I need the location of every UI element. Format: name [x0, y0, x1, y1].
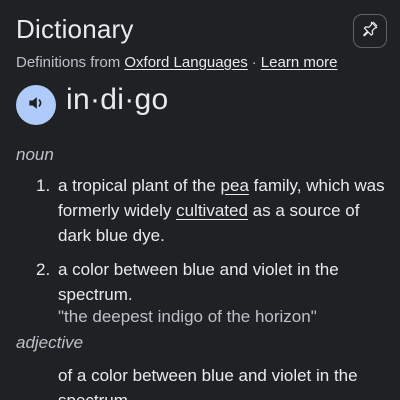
oxford-languages-link[interactable]: Oxford Languages	[124, 54, 247, 71]
pin-icon	[361, 20, 379, 43]
separator-dot: ·	[251, 54, 257, 71]
definition-text: a color between blue and violet in the s…	[58, 260, 339, 304]
cultivated-link[interactable]: cultivated	[176, 201, 248, 220]
learn-more-link[interactable]: Learn more	[261, 54, 338, 71]
pea-link[interactable]: pea	[221, 176, 249, 195]
part-of-speech-noun: noun	[16, 145, 54, 164]
definition-example: "the deepest indigo of the horizon"	[58, 307, 317, 326]
definition-number: 2.	[36, 260, 51, 279]
dictionary-card: Dictionary Definitions from Oxford Langu…	[0, 0, 400, 400]
page-title: Dictionary	[16, 14, 134, 44]
definition-text: of a color between blue and violet in th…	[58, 366, 358, 400]
speaker-icon	[26, 93, 46, 118]
definition-text: a tropical plant of the pea family, whic…	[58, 173, 388, 248]
pin-button[interactable]	[353, 14, 387, 48]
definition-number: 1.	[36, 176, 51, 195]
part-of-speech-adjective: adjective	[16, 333, 84, 352]
pronounce-button[interactable]	[16, 85, 56, 125]
headword: in·di·go	[66, 83, 169, 116]
definitions-source: Definitions from Oxford Languages · Learn …	[16, 54, 338, 71]
definition-text-part: a tropical plant of the	[58, 176, 221, 195]
source-prefix: Definitions from	[16, 54, 125, 71]
